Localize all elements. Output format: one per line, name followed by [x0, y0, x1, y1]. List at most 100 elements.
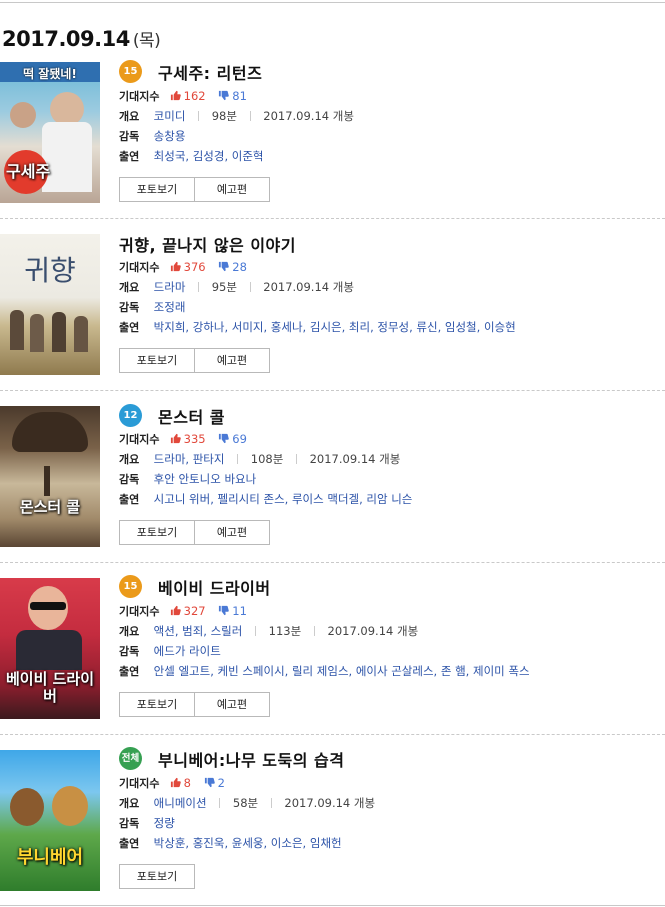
cast-links[interactable]: 박지희, 강하나, 서미지, 홍세나, 김시은, 최리, 정무성, 류신, 임성…	[154, 320, 516, 334]
photo-button[interactable]: 포토보기	[119, 348, 195, 373]
like-button[interactable]: 327	[170, 604, 206, 618]
release-weekday: (목)	[132, 31, 161, 51]
expectation-label: 기대지수	[119, 605, 160, 618]
like-button[interactable]: 376	[170, 260, 206, 274]
cast-links[interactable]: 최성국, 김성경, 이준혁	[154, 149, 264, 163]
dislike-count: 28	[232, 260, 247, 274]
dislike-count: 69	[232, 432, 247, 446]
poster-title: 몬스터 콜	[19, 498, 81, 516]
photo-button[interactable]: 포토보기	[119, 692, 195, 717]
director-label: 감독	[119, 817, 140, 830]
dislike-count: 81	[232, 89, 247, 103]
cast-row: 출연 시고니 위버, 펠리시티 존스, 루이스 맥더겔, 리암 니슨	[119, 489, 412, 510]
movie-title[interactable]: 구세주: 리턴즈	[158, 60, 262, 84]
photo-button[interactable]: 포토보기	[119, 864, 195, 889]
expectation-row: 기대지수 327 11	[119, 601, 247, 622]
trailer-button[interactable]: 예고편	[195, 692, 270, 717]
like-count: 327	[183, 604, 206, 618]
item-divider	[0, 734, 665, 735]
movie-poster[interactable]: 부니베어	[0, 750, 100, 891]
action-buttons: 포토보기 예고편	[119, 348, 270, 373]
genre-link[interactable]: 코미디	[154, 109, 186, 123]
director-link[interactable]: 후안 안토니오 바요나	[154, 472, 257, 486]
poster-title: 귀향	[24, 254, 76, 287]
movie-title[interactable]: 베이비 드라이버	[158, 575, 271, 599]
like-count: 8	[183, 776, 191, 790]
age-rating-badge: 15	[119, 575, 142, 598]
director-link[interactable]: 에드가 라이트	[154, 644, 221, 658]
separator	[270, 798, 272, 808]
poster-title: 부니베어	[16, 847, 84, 868]
expectation-row: 기대지수 335 69	[119, 429, 247, 450]
thumbs-up-icon	[170, 777, 181, 788]
separator	[198, 111, 200, 121]
dislike-button[interactable]: 69	[218, 432, 247, 446]
cast-label: 출연	[119, 321, 140, 334]
genre-row: 개요 액션, 범죄, 스릴러 113분 2017.09.14 개봉	[119, 621, 418, 642]
like-count: 335	[183, 432, 206, 446]
movie-poster[interactable]: 몬스터 콜	[0, 406, 100, 547]
trailer-button[interactable]: 예고편	[195, 520, 270, 545]
runtime: 58분	[232, 796, 259, 810]
cast-links[interactable]: 시고니 위버, 펠리시티 존스, 루이스 맥더겔, 리암 니슨	[154, 492, 413, 506]
thumbs-down-icon	[219, 433, 230, 444]
genre-link[interactable]: 액션, 범죄, 스릴러	[154, 624, 243, 638]
expectation-label: 기대지수	[119, 90, 160, 103]
director-label: 감독	[119, 473, 140, 486]
thumbs-up-icon	[170, 433, 181, 444]
action-buttons: 포토보기	[119, 864, 195, 889]
action-buttons: 포토보기 예고편	[119, 692, 270, 717]
movie-title[interactable]: 귀향, 끝나지 않은 이야기	[119, 232, 296, 256]
photo-button[interactable]: 포토보기	[119, 520, 195, 545]
like-button[interactable]: 162	[170, 89, 206, 103]
dislike-button[interactable]: 28	[218, 260, 247, 274]
trailer-button[interactable]: 예고편	[195, 348, 270, 373]
movie-poster[interactable]: 떡 잘됐네! 구세주	[0, 62, 100, 203]
poster-title: 베이비 드라이버	[5, 670, 95, 705]
item-divider	[0, 218, 665, 219]
thumbs-down-icon	[219, 605, 230, 616]
separator	[255, 626, 256, 636]
director-link[interactable]: 송창용	[154, 129, 186, 143]
director-row: 감독 조정래	[119, 297, 185, 318]
item-divider	[0, 390, 665, 391]
expectation-row: 기대지수 376 28	[119, 257, 247, 278]
movie-title[interactable]: 몬스터 콜	[158, 404, 225, 428]
genre-link[interactable]: 드라마	[154, 280, 186, 294]
release-date-text: 2017.09.14 개봉	[309, 452, 401, 466]
thumbs-up-icon	[170, 261, 181, 272]
expectation-row: 기대지수 8 2	[119, 773, 225, 794]
dislike-button[interactable]: 81	[218, 89, 247, 103]
cast-links[interactable]: 박상훈, 홍진욱, 윤세웅, 이소은, 임채헌	[154, 836, 342, 850]
expectation-label: 기대지수	[119, 261, 160, 274]
dislike-button[interactable]: 2	[204, 776, 225, 790]
poster-title: 구세주	[6, 162, 51, 181]
genre-link[interactable]: 애니메이션	[154, 796, 207, 810]
thumbs-up-icon	[170, 605, 181, 616]
runtime: 108분	[250, 452, 284, 466]
director-row: 감독 후안 안토니오 바요나	[119, 469, 256, 490]
genre-label: 개요	[119, 625, 140, 638]
director-link[interactable]: 정량	[154, 816, 175, 830]
photo-button[interactable]: 포토보기	[119, 177, 195, 202]
release-date-text: 2017.09.14 개봉	[263, 280, 354, 294]
movie-poster[interactable]: 귀향	[0, 234, 100, 375]
expectation-label: 기대지수	[119, 433, 160, 446]
runtime: 95분	[211, 280, 237, 294]
movie-title[interactable]: 부니베어:나무 도둑의 습격	[158, 747, 344, 771]
trailer-button[interactable]: 예고편	[195, 177, 270, 202]
dislike-button[interactable]: 11	[218, 604, 247, 618]
genre-row: 개요 드라마 95분 2017.09.14 개봉	[119, 277, 354, 298]
director-link[interactable]: 조정래	[154, 300, 186, 314]
movie-poster[interactable]: 베이비 드라이버	[0, 578, 100, 719]
release-date-header: 2017.09.14 (목)	[2, 26, 161, 51]
action-buttons: 포토보기 예고편	[119, 520, 270, 545]
genre-link[interactable]: 드라마, 판타지	[154, 452, 225, 466]
like-button[interactable]: 335	[170, 432, 206, 446]
cast-label: 출연	[119, 837, 140, 850]
director-label: 감독	[119, 301, 140, 314]
cast-links[interactable]: 안셀 엘고트, 케빈 스페이시, 릴리 제임스, 에이사 곤살레스, 존 햄, …	[154, 664, 530, 678]
cast-label: 출연	[119, 150, 140, 163]
separator	[198, 282, 200, 292]
like-button[interactable]: 8	[170, 776, 191, 790]
